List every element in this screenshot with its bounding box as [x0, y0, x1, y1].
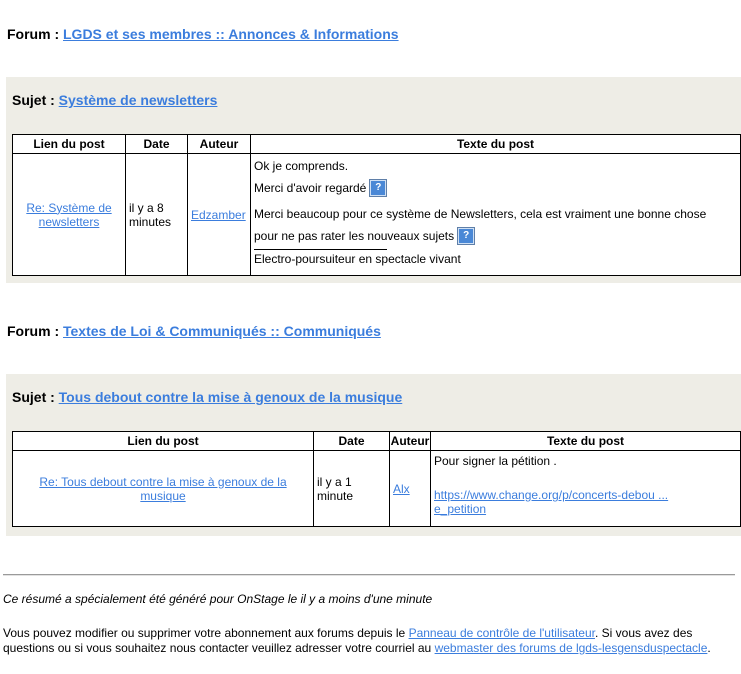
footer-divider [3, 574, 735, 576]
author-link[interactable]: Alx [393, 482, 410, 496]
post-text-line: Merci beaucoup pour ce système de Newsle… [254, 207, 707, 221]
col-header-link: Lien du post [12, 431, 314, 451]
post-link-cell: Re: Système de newsletters [12, 153, 126, 276]
posts-table-2: Lien du post Date Auteur Texte du post R… [12, 431, 741, 527]
author-link[interactable]: Edzamber [191, 208, 246, 222]
forum-heading-1: Forum : LGDS et ses membres :: Annonces … [7, 26, 399, 42]
post-link[interactable]: Re: Tous debout contre la mise à genoux … [39, 475, 286, 503]
post-text-cell: Pour signer la pétition . https://www.ch… [430, 450, 741, 527]
petition-url-part: https://www.change.org/p/concerts-debou … [434, 488, 669, 502]
footer-text-part: . [707, 641, 711, 655]
table-row: Re: Tous debout contre la mise à genoux … [12, 450, 741, 527]
col-header-text: Texte du post [250, 134, 741, 154]
forum-link[interactable]: LGDS et ses membres :: Annonces & Inform… [63, 26, 399, 42]
post-link[interactable]: Re: Système de newsletters [26, 201, 111, 229]
topic-label: Sujet : [12, 92, 55, 108]
col-header-date: Date [313, 431, 390, 451]
post-author-cell: Alx [389, 450, 431, 527]
petition-link[interactable]: https://www.change.org/p/concerts-debou … [434, 488, 668, 516]
topic-link[interactable]: Système de newsletters [59, 92, 218, 108]
topic-heading-1: Sujet : Système de newsletters [12, 92, 217, 108]
col-header-author: Auteur [389, 431, 431, 451]
forum-label: Forum : [7, 26, 60, 42]
post-text-line: pour ne pas rater les nouveaux sujets [254, 229, 455, 243]
petition-url-block: https://www.change.org/p/concerts-debou … [434, 488, 737, 516]
question-smiley-icon: ? [369, 179, 388, 197]
question-smiley-icon: ? [457, 227, 476, 245]
forum-label: Forum : [7, 323, 60, 339]
signature: Electro-poursuiteur en spectacle vivant [254, 252, 461, 266]
forum-heading-2: Forum : Textes de Loi & Communiqués :: C… [7, 323, 381, 339]
subscription-note: Vous pouvez modifier ou supprimer votre … [3, 626, 723, 656]
table-row: Re: Système de newsletters il y a 8 minu… [12, 153, 741, 276]
post-text-line: Merci d'avoir regardé [254, 181, 367, 195]
topic-link[interactable]: Tous debout contre la mise à genoux de l… [59, 389, 403, 405]
webmaster-link[interactable]: webmaster des forums de lgds-lesgensdusp… [435, 641, 708, 655]
post-author-cell: Edzamber [187, 153, 251, 276]
post-link-cell: Re: Tous debout contre la mise à genoux … [12, 450, 314, 527]
col-header-text: Texte du post [430, 431, 741, 451]
generated-note: Ce résumé a spécialement été généré pour… [3, 592, 433, 606]
col-header-date: Date [125, 134, 188, 154]
post-text-cell: Ok je comprends. Merci d'avoir regardé? … [250, 153, 741, 276]
col-header-link: Lien du post [12, 134, 126, 154]
control-panel-link[interactable]: Panneau de contrôle de l'utilisateur [409, 626, 595, 640]
post-date: il y a 1 minute [313, 450, 390, 527]
topic-heading-2: Sujet : Tous debout contre la mise à gen… [12, 389, 402, 405]
col-header-author: Auteur [187, 134, 251, 154]
post-date: il y a 8 minutes [125, 153, 188, 276]
post-text-line: Pour signer la pétition . [434, 454, 557, 468]
forum-link[interactable]: Textes de Loi & Communiqués :: Communiqu… [63, 323, 381, 339]
post-text-line-with-smiley: Merci d'avoir regardé? [254, 179, 737, 197]
posts-table-1: Lien du post Date Auteur Texte du post R… [12, 134, 741, 276]
post-text-line: Ok je comprends. [254, 159, 349, 173]
footer-text-part: Vous pouvez modifier ou supprimer votre … [3, 626, 409, 640]
table-header-row: Lien du post Date Auteur Texte du post [12, 134, 741, 154]
table-header-row: Lien du post Date Auteur Texte du post [12, 431, 741, 451]
post-text-line-with-smiley: pour ne pas rater les nouveaux sujets? [254, 227, 737, 245]
topic-label: Sujet : [12, 389, 55, 405]
petition-url-part: e_petition [434, 502, 487, 516]
